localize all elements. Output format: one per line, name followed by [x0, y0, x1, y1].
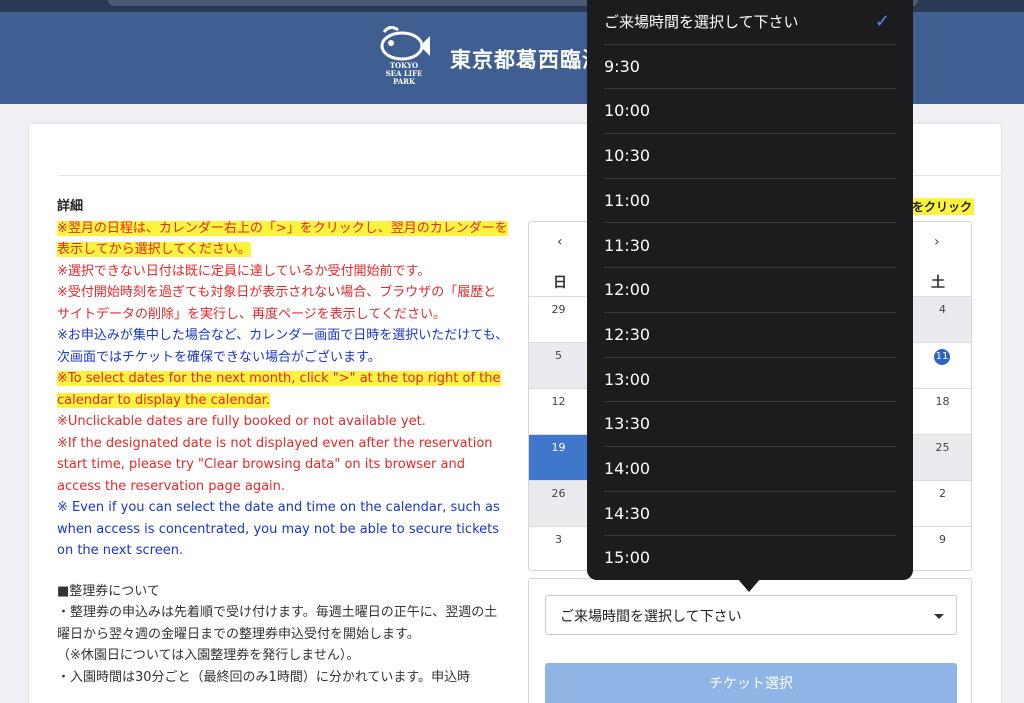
details-heading: 詳細 [57, 199, 84, 214]
ticket-note: ・入園時間は30分ごと（最終回のみ1時間）に分かれています。申込時 [57, 669, 471, 685]
details-section: 詳細 ※翌月の日程は、カレンダー右上の「>」をクリックし、翌月のカレンダーを表示… [57, 196, 509, 688]
time-option[interactable]: 10:30 [604, 134, 896, 179]
site-name: 東京都葛西臨海 [450, 48, 604, 72]
calendar-day: 29 [529, 296, 588, 342]
today-marker: 11 [934, 349, 950, 365]
time-select-panel: ご来場時間を選択して下さい チケット選択 [528, 578, 972, 703]
calendar-day: 4 [913, 296, 971, 342]
prev-month-button[interactable]: ‹ [557, 234, 563, 250]
calendar-day[interactable]: 9 [913, 526, 971, 570]
time-dropdown-menu: ご来場時間を選択して下さい ✓ 9:30 10:00 10:30 11:00 1… [587, 0, 913, 592]
calendar-day: 25 [913, 434, 971, 480]
time-option[interactable]: 13:00 [604, 358, 896, 403]
note-unclickable-en: ※Unclickable dates are fully booked or n… [57, 414, 426, 429]
note-concentrated-jp: ※お申込みが集中した場合など、カレンダー画面で日時を選択いただけても、次画面では… [57, 328, 509, 365]
note-concentrated-en: ※ Even if you can select the date and ti… [57, 500, 500, 558]
time-select[interactable]: ご来場時間を選択して下さい [545, 595, 957, 635]
time-option[interactable]: 15:00 [604, 536, 896, 581]
click-hint: をクリック [910, 198, 975, 215]
time-option-placeholder[interactable]: ご来場時間を選択して下さい ✓ [604, 0, 896, 45]
dropdown-pointer [737, 578, 761, 592]
time-select-value: ご来場時間を選択して下さい [560, 609, 742, 625]
ticket-heading: ■整理券について [57, 583, 160, 599]
option-label: ご来場時間を選択して下さい [604, 13, 799, 31]
time-option[interactable]: 11:30 [604, 224, 896, 269]
ticket-note: （※休園日については入園整理券を発行しません）。 [57, 648, 360, 663]
weekday-saturday: 土 [931, 275, 945, 291]
calendar-day: 3 [529, 526, 588, 570]
calendar-day-selected[interactable]: 19 [529, 434, 588, 480]
calendar-day[interactable]: 18 [913, 388, 971, 434]
calendar-day[interactable]: 2 [913, 480, 971, 526]
caret-down-icon [934, 614, 944, 619]
note-unclickable-jp: ※選択できない日付は既に定員に達しているか受付開始前です。 [57, 263, 431, 279]
time-option[interactable]: 13:30 [604, 402, 896, 447]
logo-text: TOKYO SEA LIFE PARK [380, 62, 428, 86]
logo-text-line: PARK [392, 77, 416, 86]
note-next-month-jp: ※翌月の日程は、カレンダー右上の「>」をクリックし、翌月のカレンダーを表示してか… [57, 220, 508, 257]
time-option[interactable]: 12:00 [604, 268, 896, 313]
ticket-note: ・整理券の申込みは先着順で受け付けます。毎週土曜日の正午に、翌週の土曜日から翌々… [57, 605, 498, 642]
checkmark-icon: ✓ [874, 11, 890, 32]
calendar-day-today[interactable]: 11 [913, 342, 971, 388]
calendar-day: 5 [529, 342, 588, 388]
note-clear-data-jp: ※受付開始時刻を過ぎても対象日が表示されない場合、ブラウザの「履歴とサイトデータ… [57, 285, 497, 322]
time-option[interactable]: 14:00 [604, 447, 896, 492]
weekday-sunday: 日 [553, 275, 567, 291]
time-option[interactable]: 10:00 [604, 89, 896, 135]
note-clear-data-en: ※If the designated date is not displayed… [57, 435, 493, 494]
time-option[interactable]: 12:30 [604, 313, 896, 358]
calendar-day: 26 [529, 480, 588, 526]
time-option[interactable]: 14:30 [604, 492, 896, 537]
note-next-month-en: ※To select dates for the next month, cli… [57, 371, 501, 408]
calendar-day: 12 [529, 388, 588, 434]
time-option[interactable]: 9:30 [604, 45, 896, 90]
time-option[interactable]: 11:00 [604, 179, 896, 224]
next-month-button[interactable]: › [934, 234, 940, 250]
ticket-select-button[interactable]: チケット選択 [545, 663, 957, 703]
